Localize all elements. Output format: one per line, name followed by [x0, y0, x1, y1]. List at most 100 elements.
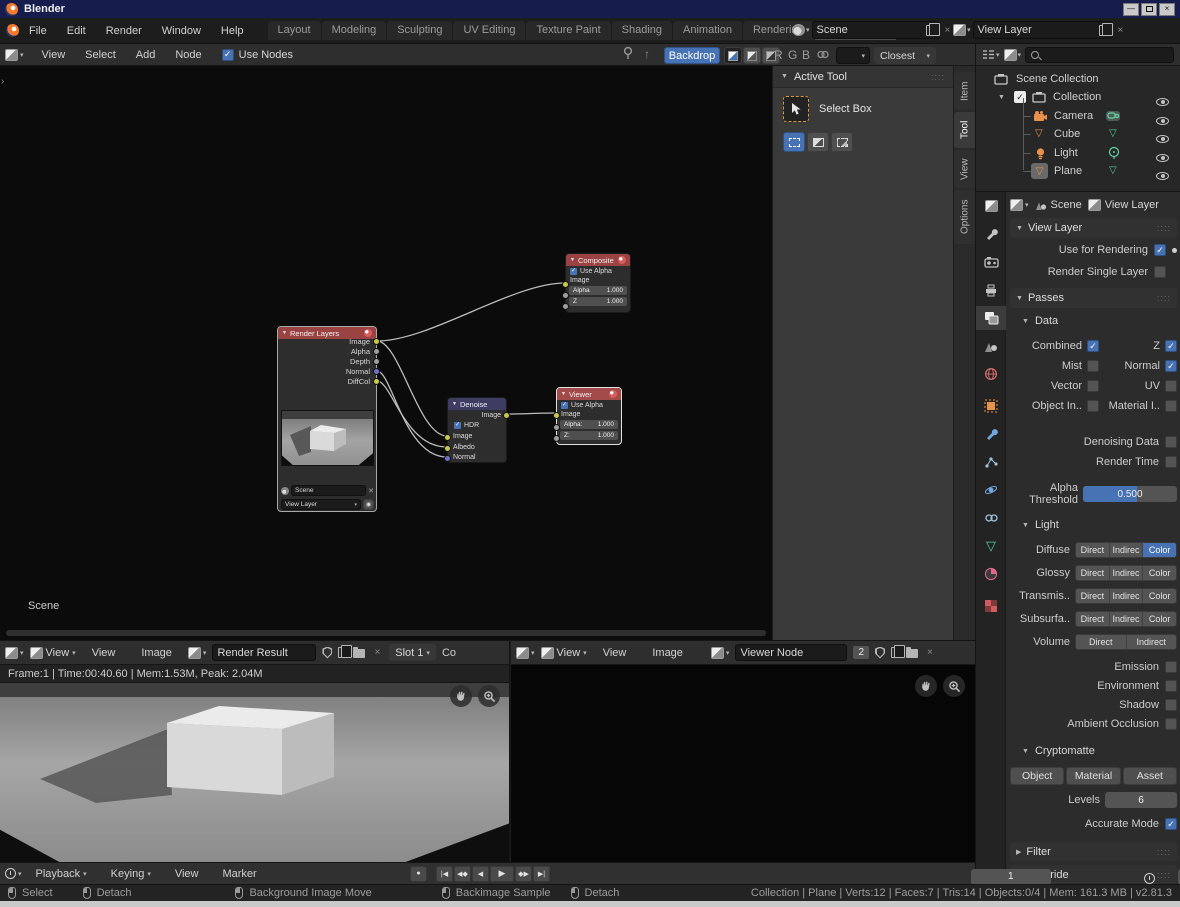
timeline-menu-view[interactable]: View [165, 868, 209, 880]
remove-view-layer-icon[interactable]: × [1115, 25, 1127, 36]
tab-tool[interactable]: Tool [954, 112, 976, 148]
environment-checkbox[interactable] [1165, 680, 1177, 692]
outliner-row-plane[interactable]: ▽ Plane ▽ [976, 162, 1180, 180]
image-name-field[interactable]: Render Result [212, 644, 316, 661]
editor-type-dropdown[interactable]: ▾ [5, 647, 24, 659]
active-tool-panel-header[interactable]: ▼ Active Tool [773, 66, 953, 88]
tab-modeling[interactable]: Modeling [322, 21, 387, 40]
visibility-eye-icon[interactable] [1156, 154, 1169, 162]
display-mode-dropdown[interactable]: View ▾ [30, 647, 76, 659]
z-value-field[interactable]: Z1.000 [569, 297, 627, 306]
select-mode-new-button[interactable] [783, 132, 805, 152]
render-result-viewport[interactable] [0, 683, 510, 862]
subpanel-data-header[interactable]: ▼Data [1010, 312, 1177, 330]
socket-normal-in[interactable] [444, 455, 451, 462]
node-composite[interactable]: ▼ Composite Use Alpha Image Alpha1.000 Z… [565, 253, 631, 313]
channel-color-alpha-button[interactable] [724, 47, 742, 64]
z-value-field[interactable]: Z:1.000 [560, 431, 618, 440]
close-button[interactable]: × [1159, 3, 1175, 16]
node-composite-header[interactable]: ▼ Composite [566, 254, 630, 266]
jump-to-start-button[interactable]: |◀ [436, 866, 453, 882]
socket-z-in[interactable] [553, 435, 560, 442]
image-menu-image[interactable]: Image [642, 647, 693, 659]
tab-animation[interactable]: Animation [673, 21, 742, 40]
node-preview-icon[interactable] [609, 390, 617, 398]
socket-image[interactable] [373, 338, 380, 345]
tab-tool-icon[interactable] [976, 222, 1006, 246]
new-image-icon[interactable] [338, 647, 347, 658]
node-denoise-header[interactable]: ▼ Denoise [448, 398, 506, 410]
pan-hand-icon[interactable] [915, 675, 937, 697]
tab-modifiers-icon[interactable] [976, 422, 1006, 446]
node-preview-icon[interactable] [364, 329, 372, 337]
jump-to-end-button[interactable]: ▶| [533, 866, 550, 882]
render-single-layer-checkbox[interactable] [1154, 266, 1166, 278]
outliner-row-light[interactable]: Light [976, 144, 1180, 162]
panel-passes-header[interactable]: ▼Passes [1010, 288, 1177, 308]
tab-view-layer-icon[interactable] [976, 306, 1006, 330]
combined-checkbox[interactable] [1087, 340, 1099, 352]
cryptomatte-asset-button[interactable]: Asset [1123, 767, 1177, 785]
emission-checkbox[interactable] [1165, 661, 1177, 673]
tab-shading[interactable]: Shading [612, 21, 672, 40]
tab-layout[interactable]: Layout [268, 21, 321, 40]
slot-dropdown[interactable]: Slot 1▾ [389, 644, 436, 661]
editor-type-icon[interactable] [976, 194, 1006, 218]
outliner-row-scene-collection[interactable]: Scene Collection [976, 70, 1180, 88]
active-tool-row[interactable]: Select Box [773, 88, 953, 130]
node-denoise[interactable]: ▼ Denoise Image HDR Image Albedo Normal [447, 397, 507, 463]
properties-context-dropdown[interactable]: ▾ [1010, 199, 1029, 211]
scene-type-dropdown[interactable]: ▾ [792, 24, 810, 36]
editor-type-dropdown[interactable]: ▾ [516, 647, 535, 659]
panel-view-layer-header[interactable]: ▼View Layer [1010, 218, 1177, 238]
outliner-filter-dropdown[interactable]: ▾ [1004, 49, 1022, 61]
hdr-row[interactable]: HDR [448, 419, 506, 429]
menu-help[interactable]: Help [211, 25, 254, 37]
channel-r-button[interactable]: R [774, 48, 783, 62]
glossy-indirect-button[interactable]: Indirec [1110, 566, 1144, 580]
unlink-image-icon[interactable]: × [924, 647, 936, 658]
tab-texture-paint[interactable]: Texture Paint [526, 21, 610, 40]
tab-texture-icon[interactable] [976, 594, 1006, 618]
alpha-value-field[interactable]: Alpha1.000 [569, 286, 627, 295]
pan-hand-icon[interactable] [450, 685, 472, 707]
display-mode-dropdown[interactable]: View ▾ [541, 647, 587, 659]
socket-depth[interactable] [373, 358, 380, 365]
animate-dot-icon[interactable] [1172, 248, 1177, 253]
tab-constraints-icon[interactable] [976, 506, 1006, 530]
material-index-checkbox[interactable] [1165, 400, 1177, 412]
select-mode-extend-button[interactable] [807, 132, 829, 152]
tab-render-icon[interactable] [976, 250, 1006, 274]
snap-dropdown[interactable]: ▾ [836, 47, 870, 64]
vector-checkbox[interactable] [1087, 380, 1099, 392]
viewer-node-viewport[interactable] [511, 665, 975, 862]
channel-color-button[interactable] [743, 47, 761, 64]
subpanel-cryptomatte-header[interactable]: ▼Cryptomatte [1010, 742, 1177, 760]
image-menu-image[interactable]: Image [131, 647, 182, 659]
use-alpha-row[interactable]: Use Alpha [566, 266, 630, 275]
node-preview-icon[interactable] [618, 256, 626, 264]
outliner-row-collection[interactable]: ▼ ✓ Collection [976, 88, 1180, 106]
unlink-scene-icon[interactable]: × [942, 25, 954, 36]
new-image-icon[interactable] [891, 647, 900, 658]
tab-scene-icon[interactable] [976, 334, 1006, 358]
scene-name-field[interactable]: Scene [812, 21, 940, 39]
menu-file[interactable]: File [19, 25, 57, 37]
socket-alpha-in[interactable] [553, 424, 560, 431]
collapse-arrow-icon[interactable]: ▼ [282, 330, 287, 336]
socket-albedo-in[interactable] [444, 445, 451, 452]
node-menu-view[interactable]: View [32, 49, 76, 61]
menu-edit[interactable]: Edit [57, 25, 96, 37]
use-alpha-checkbox[interactable] [570, 268, 577, 275]
use-alpha-checkbox[interactable] [561, 402, 568, 409]
socket-z-in[interactable] [562, 303, 569, 310]
image-menu-view[interactable]: View [82, 647, 126, 659]
expand-arrow-icon[interactable]: ▼ [998, 94, 1005, 101]
transmission-color-button[interactable]: Color [1143, 589, 1176, 603]
uv-checkbox[interactable] [1165, 380, 1177, 392]
open-image-icon[interactable] [353, 649, 365, 658]
breadcrumb-scene[interactable]: Scene [1035, 199, 1082, 211]
previous-frame-button[interactable]: ◀ [472, 866, 489, 882]
use-nodes-toggle[interactable]: Use Nodes [222, 49, 293, 61]
tab-output-icon[interactable] [976, 278, 1006, 302]
